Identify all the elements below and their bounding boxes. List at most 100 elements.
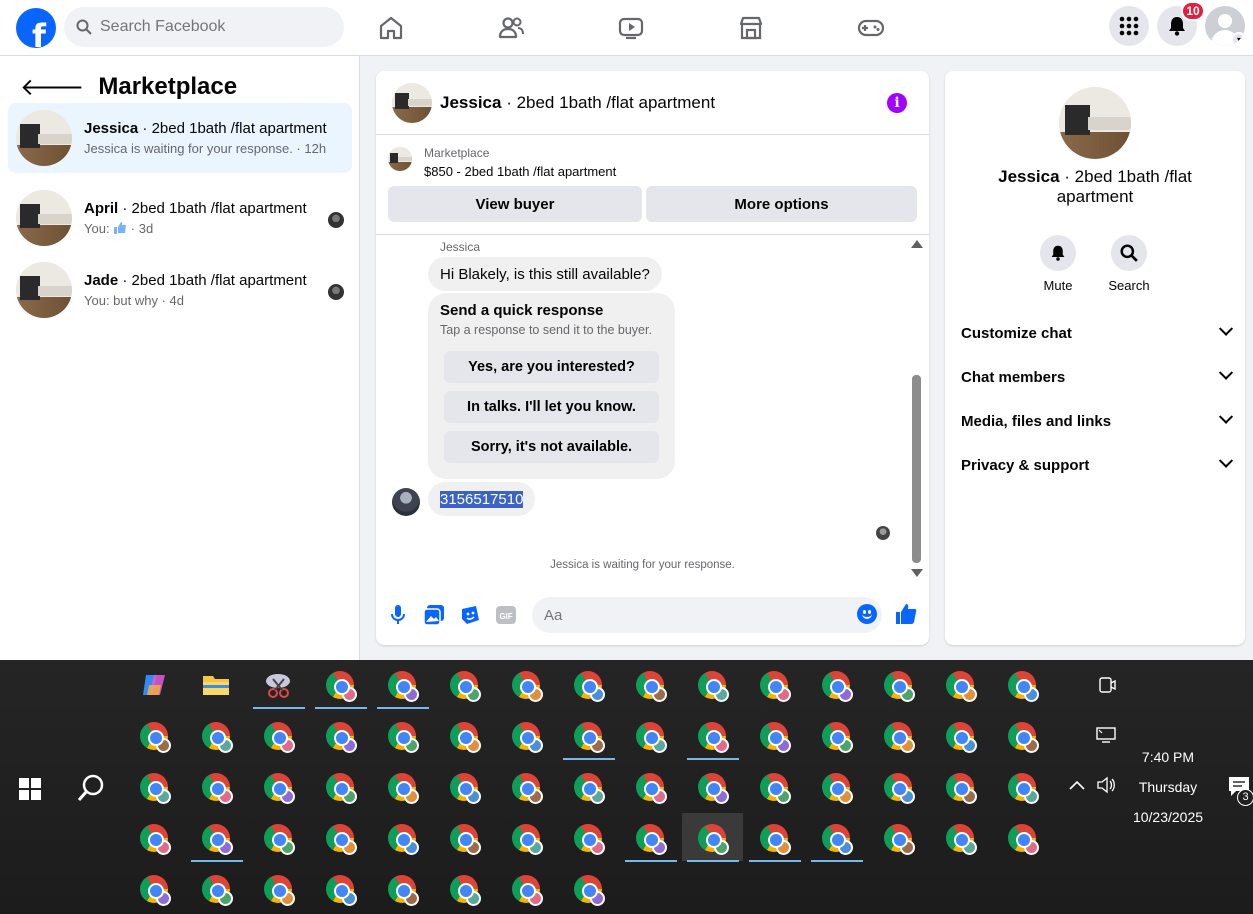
chrome-app-icon[interactable] — [698, 671, 729, 702]
chrome-app-icon[interactable] — [264, 875, 295, 906]
chrome-app-icon[interactable] — [140, 824, 171, 855]
more-options-button[interactable]: More options — [646, 186, 917, 222]
chrome-app-icon[interactable] — [574, 824, 605, 855]
chrome-app-icon[interactable] — [760, 671, 791, 702]
chrome-app-icon[interactable] — [1008, 722, 1039, 753]
chat-members-row[interactable]: Chat members — [961, 355, 1234, 399]
chat-contact-name[interactable]: Jessica — [440, 93, 501, 112]
conversation-item-jade[interactable]: Jade · 2bed 1bath /flat apartment You: b… — [8, 255, 352, 325]
scroll-up-arrow-icon[interactable] — [911, 240, 923, 248]
conversation-item-jessica[interactable]: Jessica · 2bed 1bath /flat apartment Jes… — [8, 103, 352, 173]
search-input[interactable] — [100, 18, 320, 36]
chrome-app-icon[interactable] — [388, 875, 419, 906]
chrome-app-icon[interactable] — [264, 773, 295, 804]
clock-time[interactable]: 7:40 PM — [1128, 749, 1208, 765]
chrome-app-icon[interactable] — [636, 773, 667, 804]
windows-start-icon[interactable] — [19, 778, 41, 800]
clock-day[interactable]: Thursday — [1128, 779, 1208, 795]
chrome-app-icon[interactable] — [946, 773, 977, 804]
chrome-app-icon[interactable] — [822, 773, 853, 804]
chrome-app-icon[interactable] — [574, 671, 605, 702]
chrome-app-icon[interactable] — [450, 722, 481, 753]
chrome-app-icon[interactable] — [388, 671, 419, 702]
gif-icon[interactable]: GIF — [495, 604, 517, 626]
chrome-app-icon[interactable] — [884, 773, 915, 804]
scroll-thumb[interactable] — [912, 375, 921, 563]
mute-action[interactable]: Mute — [1028, 235, 1088, 293]
chrome-app-icon[interactable] — [698, 824, 729, 855]
chrome-app-icon[interactable] — [574, 722, 605, 753]
chrome-app-icon[interactable] — [512, 722, 543, 753]
chrome-app-icon[interactable] — [884, 824, 915, 855]
chrome-app-icon[interactable] — [1008, 671, 1039, 702]
chrome-app-icon[interactable] — [698, 773, 729, 804]
chrome-app-icon[interactable] — [326, 671, 357, 702]
chrome-app-icon[interactable] — [264, 722, 295, 753]
chrome-app-icon[interactable] — [760, 722, 791, 753]
chrome-app-icon[interactable] — [946, 671, 977, 702]
chrome-app-icon[interactable] — [512, 773, 543, 804]
chrome-app-icon[interactable] — [202, 773, 233, 804]
quick-response-button[interactable]: Sorry, it's not available. — [444, 431, 659, 463]
message-scrollbar[interactable] — [909, 237, 923, 577]
chrome-app-icon[interactable] — [202, 824, 233, 855]
chrome-app-icon[interactable] — [822, 671, 853, 702]
chevron-up-icon[interactable] — [1068, 778, 1086, 796]
snipping-tool-app-icon[interactable] — [264, 671, 294, 701]
copilot-app-icon[interactable] — [140, 671, 170, 701]
chrome-app-icon[interactable] — [946, 824, 977, 855]
back-arrow-icon[interactable]: 🡐 — [20, 72, 84, 102]
chrome-app-icon[interactable] — [450, 824, 481, 855]
chrome-app-icon[interactable] — [450, 773, 481, 804]
file-explorer-app-icon[interactable] — [202, 671, 232, 701]
search-icon[interactable] — [76, 773, 106, 803]
listing-thumbnail[interactable] — [392, 82, 432, 123]
chrome-app-icon[interactable] — [884, 671, 915, 702]
chrome-app-icon[interactable] — [326, 875, 357, 906]
emoji-icon[interactable] — [857, 604, 877, 624]
chrome-app-icon[interactable] — [512, 875, 543, 906]
media-files-links-row[interactable]: Media, files and links — [961, 399, 1234, 443]
chrome-app-icon[interactable] — [698, 722, 729, 753]
search-box[interactable] — [64, 7, 344, 47]
chrome-app-icon[interactable] — [636, 722, 667, 753]
display-icon[interactable] — [1096, 726, 1116, 749]
privacy-support-row[interactable]: Privacy & support — [961, 443, 1234, 487]
chrome-app-icon[interactable] — [140, 875, 171, 906]
photo-icon[interactable] — [423, 604, 445, 626]
conversation-item-april[interactable]: April · 2bed 1bath /flat apartment You: … — [8, 183, 352, 253]
chrome-app-icon[interactable] — [140, 773, 171, 804]
selected-text[interactable]: 3156517510 — [440, 490, 524, 508]
chrome-app-icon[interactable] — [326, 773, 357, 804]
chrome-app-icon[interactable] — [202, 722, 233, 753]
chrome-app-icon[interactable] — [760, 824, 791, 855]
listing-price[interactable]: $850 - 2bed 1bath /flat apartment — [424, 164, 616, 179]
chrome-app-icon[interactable] — [450, 671, 481, 702]
camera-icon[interactable] — [1098, 676, 1116, 699]
chrome-app-icon[interactable] — [822, 722, 853, 753]
chrome-app-icon[interactable] — [388, 722, 419, 753]
gaming-icon[interactable] — [857, 14, 885, 42]
chrome-app-icon[interactable] — [512, 824, 543, 855]
home-icon[interactable] — [377, 14, 405, 42]
thumbs-up-icon[interactable] — [895, 603, 917, 625]
quick-response-button[interactable]: Yes, are you interested? — [444, 351, 659, 383]
sender-avatar[interactable] — [392, 488, 420, 516]
chrome-app-icon[interactable] — [1008, 824, 1039, 855]
chrome-app-icon[interactable] — [636, 671, 667, 702]
chrome-app-icon[interactable] — [388, 773, 419, 804]
chrome-app-icon[interactable] — [636, 824, 667, 855]
chrome-app-icon[interactable] — [884, 722, 915, 753]
message-input[interactable] — [532, 597, 882, 633]
chrome-app-icon[interactable] — [264, 824, 295, 855]
clock-date[interactable]: 10/23/2025 — [1123, 809, 1213, 825]
info-icon[interactable]: i — [887, 93, 907, 113]
speaker-icon[interactable] — [1096, 776, 1116, 799]
view-buyer-button[interactable]: View buyer — [388, 186, 642, 222]
marketplace-icon[interactable] — [737, 14, 765, 42]
chrome-app-icon[interactable] — [822, 824, 853, 855]
chrome-app-icon[interactable] — [574, 875, 605, 906]
chrome-app-icon[interactable] — [450, 875, 481, 906]
chrome-app-icon[interactable] — [326, 722, 357, 753]
chrome-app-icon[interactable] — [946, 722, 977, 753]
